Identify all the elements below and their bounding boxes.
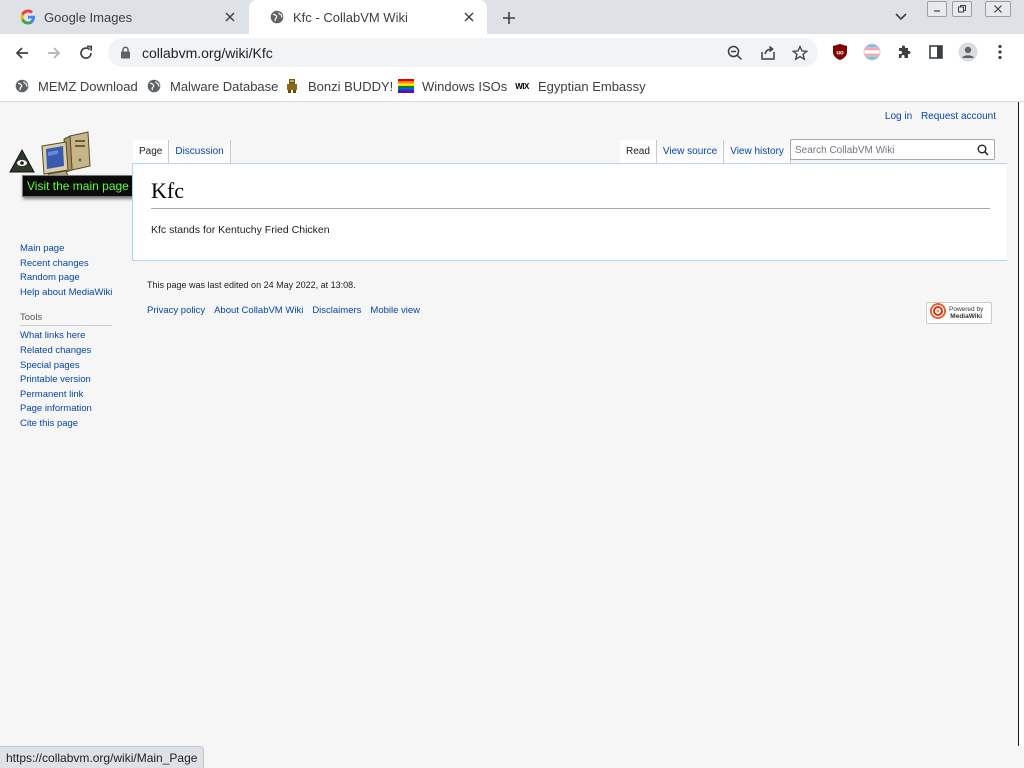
namespace-tabs: Page Discussion <box>133 140 231 164</box>
footer-places: Privacy policy About CollabVM Wiki Discl… <box>147 305 420 316</box>
personal-tools: Log in Request account <box>879 111 996 122</box>
sidebar-tools: What links here Related changes Special … <box>20 329 112 431</box>
close-tab-icon[interactable] <box>461 9 477 25</box>
bookmark-label: Bonzi BUDDY! <box>308 78 394 94</box>
wix-icon: WIX <box>515 81 529 91</box>
footer-last-edited: This page was last edited on 24 May 2022… <box>147 280 356 290</box>
tab-kfc-collabvm-wiki[interactable]: Kfc - CollabVM Wiki <box>249 0 487 34</box>
trans-flag-extension-icon[interactable] <box>862 42 882 62</box>
status-bar-url: https://collabvm.org/wiki/Main_Page <box>0 746 205 768</box>
page-scrollbar[interactable] <box>1018 102 1024 746</box>
tab-discussion[interactable]: Discussion <box>169 140 231 164</box>
page-title: Kfc <box>151 178 990 209</box>
tab-title: Kfc - CollabVM Wiki <box>293 9 408 25</box>
reload-button[interactable] <box>74 41 98 65</box>
powered-by-label: Powered by <box>949 306 984 313</box>
new-tab-button[interactable] <box>498 7 520 29</box>
sidebar-item-random-page[interactable]: Random page <box>20 271 112 286</box>
article-body: Kfc stands for Kentuchy Fried Chicken <box>151 224 330 236</box>
windows-flag-icon <box>398 78 414 94</box>
sidebar-item-main-page[interactable]: Main page <box>20 242 112 257</box>
search-input[interactable] <box>795 143 975 157</box>
zoom-icon[interactable] <box>726 44 744 62</box>
browser-toolbar: collabvm.org/wiki/Kfc uo <box>0 34 1024 71</box>
bookmark-malware-database[interactable]: Malware Database <box>146 76 278 96</box>
tab-read[interactable]: Read <box>620 140 657 164</box>
powered-by-name: MediaWiki <box>950 313 983 320</box>
bookmark-bonzi-buddy[interactable]: Bonzi BUDDY! <box>284 76 393 96</box>
bookmark-egyptian-embassy[interactable]: WIX Egyptian Embassy <box>514 76 646 96</box>
bookmark-label: Windows ISOs <box>422 78 508 94</box>
svg-text:uo: uo <box>836 51 844 57</box>
powered-by-mediawiki-badge[interactable]: Powered by MediaWiki <box>926 302 992 324</box>
sidebar-item-related-changes[interactable]: Related changes <box>20 344 112 359</box>
minimize-window-button[interactable] <box>927 1 947 17</box>
side-panel-icon[interactable] <box>926 42 946 62</box>
sidebar-navigation: Main page Recent changes Random page Hel… <box>20 242 112 300</box>
bonzi-icon <box>284 78 300 94</box>
lock-icon[interactable] <box>120 46 131 64</box>
logo-tooltip: Visit the main page <box>22 175 134 197</box>
close-tab-icon[interactable] <box>222 9 238 25</box>
tab-view-source[interactable]: View source <box>656 140 725 164</box>
address-bar[interactable]: collabvm.org/wiki/Kfc <box>108 38 818 67</box>
sidebar-item-special-pages[interactable]: Special pages <box>20 359 112 374</box>
request-account-link[interactable]: Request account <box>921 111 996 122</box>
bookmark-windows-isos[interactable]: Windows ISOs <box>398 76 507 96</box>
sidebar-item-cite-this-page[interactable]: Cite this page <box>20 417 112 432</box>
extensions-puzzle-icon[interactable] <box>894 42 914 62</box>
forward-button[interactable] <box>42 41 66 65</box>
sidebar-item-page-information[interactable]: Page information <box>20 402 112 417</box>
profile-avatar-icon[interactable] <box>958 42 978 62</box>
footer-link-disclaimers[interactable]: Disclaimers <box>312 305 361 316</box>
bookmark-star-icon[interactable] <box>791 44 809 62</box>
powered-by-text: Powered by MediaWiki <box>949 306 983 320</box>
restore-window-button[interactable] <box>952 1 972 17</box>
bookmark-label: Egyptian Embassy <box>538 78 646 94</box>
tab-title: Google Images <box>44 9 133 25</box>
bookmarks-bar: MEMZ Download Malware Database Bonzi BUD… <box>0 71 1024 102</box>
tab-search-chevron-icon[interactable] <box>894 9 908 28</box>
sidebar: Main page Recent changes Random page Hel… <box>20 242 112 432</box>
close-window-button[interactable] <box>985 1 1011 17</box>
tab-page[interactable]: Page <box>133 140 170 164</box>
wiki-page: Log in Request account Visit the main pa… <box>0 102 1018 746</box>
globe-icon <box>269 9 285 25</box>
share-icon[interactable] <box>759 44 777 62</box>
sidebar-item-permanent-link[interactable]: Permanent link <box>20 388 112 403</box>
browser-tabstrip: Google Images Kfc - CollabVM Wiki <box>0 0 1024 34</box>
bookmark-label: Malware Database <box>170 78 279 94</box>
footer-link-about[interactable]: About CollabVM Wiki <box>214 305 303 316</box>
ublock-origin-icon[interactable]: uo <box>830 42 850 62</box>
tools-heading: Tools <box>20 312 112 327</box>
content-area: Kfc Kfc stands for Kentuchy Fried Chicke… <box>132 163 1007 261</box>
view-tabs: Read View source View history <box>620 140 791 164</box>
back-button[interactable] <box>10 41 34 65</box>
sidebar-item-recent-changes[interactable]: Recent changes <box>20 257 112 272</box>
globe-icon <box>146 78 162 94</box>
footer-link-mobile-view[interactable]: Mobile view <box>370 305 420 316</box>
bookmark-label: MEMZ Download <box>38 78 138 94</box>
tab-view-history[interactable]: View history <box>724 140 791 164</box>
sidebar-item-printable-version[interactable]: Printable version <box>20 373 112 388</box>
bookmark-memz-download[interactable]: MEMZ Download <box>14 76 138 96</box>
mediawiki-flower-icon <box>930 302 946 324</box>
login-link[interactable]: Log in <box>885 111 912 122</box>
google-g-icon <box>20 9 36 25</box>
wiki-search <box>790 139 995 160</box>
tab-google-images[interactable]: Google Images <box>0 0 248 34</box>
search-icon[interactable] <box>976 143 990 157</box>
sidebar-item-help[interactable]: Help about MediaWiki <box>20 286 112 301</box>
address-url: collabvm.org/wiki/Kfc <box>142 45 273 61</box>
sidebar-item-what-links-here[interactable]: What links here <box>20 329 112 344</box>
globe-icon <box>14 78 30 94</box>
footer-link-privacy[interactable]: Privacy policy <box>147 305 205 316</box>
browser-menu-kebab-icon[interactable] <box>990 42 1010 62</box>
